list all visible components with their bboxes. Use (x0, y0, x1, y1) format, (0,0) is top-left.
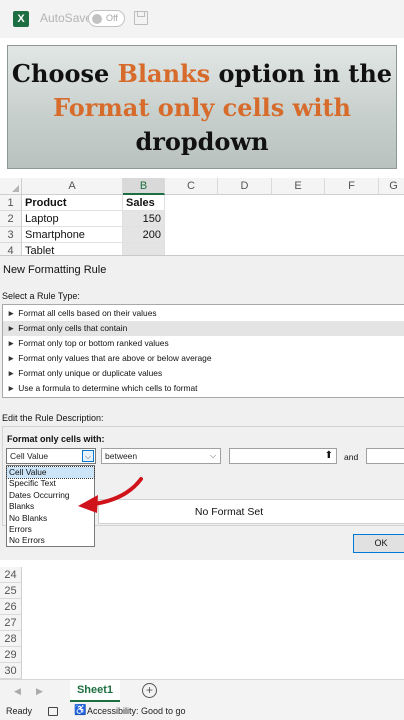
caption-line-3: dropdown (135, 127, 269, 156)
row-header[interactable]: 28 (0, 631, 22, 647)
accessibility-status[interactable]: Accessibility: Good to go (87, 703, 186, 720)
cell-a2[interactable]: Laptop (22, 211, 123, 227)
new-formatting-rule-dialog: New Formatting Rule Select a Rule Type: … (0, 255, 404, 560)
rule-type-item[interactable]: ► Use a formula to determine which cells … (3, 381, 404, 396)
column-header-g[interactable]: G (379, 178, 404, 195)
select-all-corner[interactable] (0, 178, 22, 195)
rule-type-label: Select a Rule Type: (2, 291, 80, 301)
row-header[interactable]: 30 (0, 663, 22, 679)
rule-bullet-icon: ► (7, 353, 16, 363)
caption-line-2: Format only cells with (53, 93, 351, 122)
worksheet-grid-lower[interactable]: 24 25 26 27 28 29 30 (0, 563, 404, 679)
caption-text: Choose (11, 59, 118, 88)
autosave-toggle[interactable]: Off (88, 10, 125, 27)
column-header-e[interactable]: E (272, 178, 325, 195)
sheet-tab-bar: ◀ ▶ Sheet1 + (0, 679, 404, 703)
row-header[interactable]: 2 (0, 211, 22, 227)
column-header-d[interactable]: D (218, 178, 272, 195)
macro-recording-icon[interactable] (48, 707, 58, 716)
rule-type-item[interactable]: ► Format only values that are above or be… (3, 351, 404, 366)
range-picker-icon[interactable]: ⬆ (325, 450, 333, 461)
rule-bullet-icon: ► (7, 368, 16, 378)
title-bar: X AutoSave Off (0, 0, 404, 38)
operator-select[interactable]: between ⌵ (101, 448, 221, 464)
rule-type-label-text: Format all cells based on their values (18, 308, 157, 318)
operator-value: between (105, 451, 138, 461)
column-header-b[interactable]: B (123, 178, 165, 195)
rule-type-item-selected[interactable]: ► Format only cells that contain (3, 321, 404, 336)
column-header-c[interactable]: C (165, 178, 218, 195)
value-from-input[interactable]: ⬆ (229, 448, 337, 464)
caption-banner: Choose Blanks option in the Format only … (7, 45, 397, 169)
cell-type-value: Cell Value (10, 451, 49, 461)
autosave-label: AutoSave (40, 11, 93, 25)
worksheet-grid[interactable]: A B C D E F G 1 Product Sales 2 Laptop 1… (0, 178, 404, 259)
rule-type-list[interactable]: ► Format all cells based on their values … (2, 304, 404, 398)
tab-sheet1[interactable]: Sheet1 (70, 680, 120, 702)
tab-next-icon[interactable]: ▶ (36, 686, 43, 697)
column-header-f[interactable]: F (325, 178, 379, 195)
option-specific-text[interactable]: Specific Text (7, 478, 94, 489)
cell-b1[interactable]: Sales (123, 195, 165, 211)
column-header-a[interactable]: A (22, 178, 123, 195)
cell-type-dropdown-list[interactable]: Cell Value Specific Text Dates Occurring… (6, 465, 95, 547)
rule-bullet-icon: ► (7, 338, 16, 348)
add-sheet-icon[interactable]: + (142, 683, 157, 698)
option-blanks[interactable]: Blanks (7, 501, 94, 512)
save-icon[interactable] (134, 11, 148, 25)
option-dates-occurring[interactable]: Dates Occurring (7, 490, 94, 501)
chevron-down-icon[interactable]: ⌵ (82, 450, 94, 462)
cell-a1[interactable]: Product (22, 195, 123, 211)
rule-bullet-icon: ► (7, 308, 16, 318)
caption-text: option in the (210, 59, 393, 88)
rule-type-label-text: Format only values that are above or bel… (18, 353, 212, 363)
cell-b3[interactable]: 200 (123, 227, 165, 243)
preview-text: No Format Set (194, 506, 264, 518)
rule-type-label-text: Use a formula to determine which cells t… (18, 383, 198, 393)
rule-bullet-icon: ► (7, 323, 16, 333)
row-header[interactable]: 25 (0, 583, 22, 599)
status-ready: Ready (6, 706, 33, 716)
rule-bullet-icon: ► (7, 383, 16, 393)
option-no-errors[interactable]: No Errors (7, 535, 94, 546)
rule-type-label-text: Format only unique or duplicate values (18, 368, 163, 378)
cell-a3[interactable]: Smartphone (22, 227, 123, 243)
row-header[interactable]: 27 (0, 615, 22, 631)
accessibility-icon: ♿ (74, 705, 87, 716)
rule-type-item[interactable]: ► Format only top or bottom ranked values (3, 336, 404, 351)
autosave-state: Off (106, 13, 118, 23)
rule-type-item[interactable]: ► Format only unique or duplicate values (3, 366, 404, 381)
rule-type-item[interactable]: ► Format all cells based on their values (3, 306, 404, 321)
format-preview: No Format Set (98, 499, 404, 524)
ok-button[interactable]: OK (353, 534, 404, 553)
toggle-knob (92, 14, 102, 24)
chevron-down-icon[interactable]: ⌵ (207, 450, 219, 462)
caption-line-1: Choose Blanks option in the (8, 57, 396, 91)
option-cell-value[interactable]: Cell Value (6, 465, 95, 480)
rule-type-label-text: Format only cells that contain (18, 323, 128, 333)
row-header[interactable]: 26 (0, 599, 22, 615)
row-header[interactable]: 29 (0, 647, 22, 663)
dialog-title: New Formatting Rule (3, 264, 107, 276)
format-only-label: Format only cells with: (7, 434, 105, 444)
cell-b2[interactable]: 150 (123, 211, 165, 227)
caption-highlight: Blanks (117, 59, 211, 88)
option-errors[interactable]: Errors (7, 524, 94, 535)
tab-prev-icon[interactable]: ◀ (14, 686, 21, 697)
status-bar: Ready ♿ Accessibility: Good to go (0, 703, 404, 720)
value-to-input[interactable] (366, 448, 404, 464)
excel-logo-icon: X (13, 11, 29, 27)
rule-description-label: Edit the Rule Description: (2, 413, 104, 423)
rule-type-label-text: Format only top or bottom ranked values (18, 338, 169, 348)
cell-type-select[interactable]: Cell Value ⌵ (6, 448, 96, 464)
row-header[interactable]: 1 (0, 195, 22, 211)
and-label: and (344, 452, 359, 462)
row-header[interactable]: 24 (0, 567, 22, 583)
option-no-blanks[interactable]: No Blanks (7, 513, 94, 524)
row-header[interactable]: 3 (0, 227, 22, 243)
